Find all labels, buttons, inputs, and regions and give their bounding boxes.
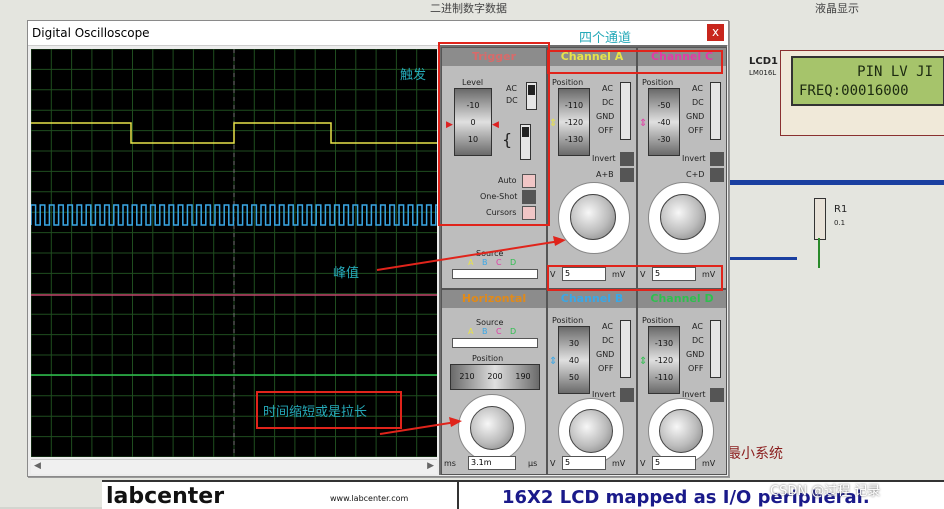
arrow-head [553,236,566,246]
arrow-head [449,417,462,427]
annotation-arrows [376,236,566,435]
arrow-peak [376,240,561,271]
arrow-time [379,421,457,435]
